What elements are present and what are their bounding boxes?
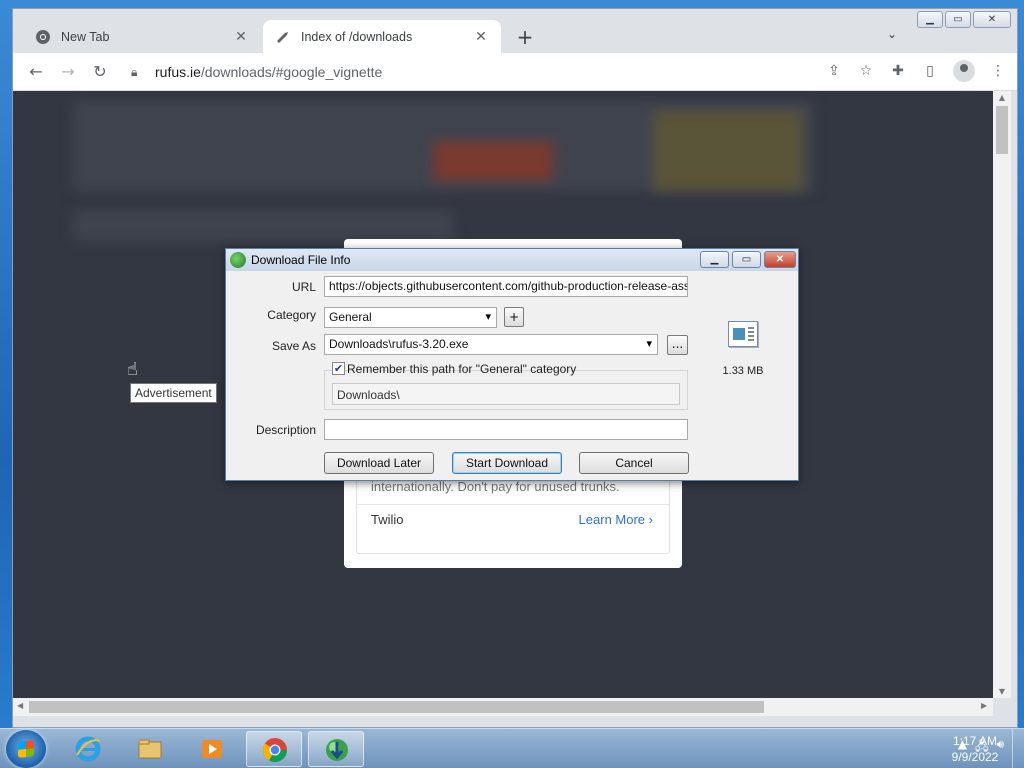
tab-index-of-downloads[interactable]: Index of /downloads ✕ — [263, 20, 501, 53]
new-tab-button[interactable]: + — [513, 25, 537, 49]
dialog-minimize-button[interactable]: ▁ — [700, 251, 729, 268]
profile-icon[interactable] — [953, 60, 975, 82]
internet-explorer-icon[interactable] — [60, 731, 116, 767]
horizontal-scrollbar[interactable]: ◀ ▶ — [13, 698, 993, 716]
save-as-label: Save As — [271, 339, 316, 353]
tab-label: New Tab — [61, 29, 110, 44]
url-field[interactable]: https://objects.githubusercontent.com/gi… — [324, 276, 688, 297]
description-field[interactable] — [324, 419, 688, 440]
chrome-icon[interactable] — [246, 731, 302, 767]
url-host: rufus.ie — [155, 64, 201, 80]
dialog-title: Download File Info — [251, 253, 351, 267]
category-label: Category — [267, 308, 316, 322]
clock-time: 1:17 AM — [952, 734, 998, 748]
blurred-button — [433, 141, 553, 181]
download-file-info-dialog: Download File Info ▁ ▭ ✕ URL https://obj… — [225, 248, 799, 481]
chevron-right-icon: › — [648, 512, 653, 527]
minimize-button[interactable]: ▁ — [917, 11, 943, 28]
ad-divider — [357, 504, 669, 505]
blurred-image — [653, 111, 803, 191]
start-button[interactable] — [6, 730, 46, 768]
start-download-button[interactable]: Start Download — [452, 452, 562, 474]
category-path-field: Downloads\ — [332, 383, 680, 405]
menu-icon[interactable]: ⋮ — [989, 62, 1007, 80]
chrome-tab-icon — [35, 29, 51, 45]
file-explorer-icon[interactable] — [122, 731, 178, 767]
description-label: Description — [255, 423, 316, 437]
tab-new-tab[interactable]: New Tab ✕ — [23, 20, 261, 53]
maximize-button[interactable]: ▭ — [945, 11, 971, 28]
extensions-icon[interactable]: ✚ — [889, 62, 907, 80]
tab-label: Index of /downloads — [301, 29, 413, 44]
windows-logo-icon — [18, 740, 34, 758]
toolbar-icons: ⇪ ☆ ✚ ▯ ⋮ — [825, 60, 1007, 82]
remember-path-checkbox[interactable]: ✔ — [332, 362, 345, 375]
close-window-button[interactable]: ✕ — [973, 11, 1011, 28]
lock-icon[interactable]: 🔒︎ — [131, 65, 145, 80]
idm-app-icon — [230, 252, 246, 268]
dialog-window-controls: ▁ ▭ ✕ — [700, 251, 796, 268]
windows-taskbar: ▲ 🖧︎ 🔊︎ 1:17 AM 9/9/2022 — [0, 728, 1024, 768]
tab-search-chevron-icon[interactable]: ⌄ — [887, 27, 897, 41]
add-category-button[interactable]: + — [504, 307, 524, 327]
dialog-close-button[interactable]: ✕ — [764, 251, 796, 268]
save-as-combo[interactable]: Downloads\rufus-3.20.exe — [324, 334, 658, 355]
reload-icon[interactable]: ↻ — [89, 61, 111, 83]
scroll-up-icon[interactable]: ▲ — [993, 93, 1011, 102]
scroll-down-icon[interactable]: ▼ — [993, 687, 1011, 696]
hand-cursor-icon: ☝ — [127, 359, 138, 380]
clock-date: 9/9/2022 — [951, 750, 999, 764]
scroll-left-icon[interactable]: ◀ — [17, 701, 23, 710]
category-select[interactable]: General — [324, 307, 497, 328]
file-type-icon — [728, 321, 758, 347]
share-icon[interactable]: ⇪ — [825, 62, 843, 80]
close-tab-icon[interactable]: ✕ — [473, 28, 489, 45]
window-controls: ▁ ▭ ✕ — [917, 11, 1011, 28]
browser-toolbar: ← → ↻ 🔒︎ rufus.ie/downloads/#google_vign… — [13, 53, 1017, 91]
taskbar-clock[interactable]: 1:17 AM 9/9/2022 — [944, 733, 1006, 765]
scroll-thumb[interactable] — [996, 106, 1008, 154]
media-player-icon[interactable] — [184, 731, 240, 767]
idm-icon[interactable] — [308, 731, 364, 767]
side-panel-icon[interactable]: ▯ — [921, 62, 939, 80]
tab-strip: New Tab ✕ Index of /downloads ✕ + ⌄ ▁ ▭ … — [13, 9, 1017, 53]
remember-path-label: Remember this path for "General" categor… — [347, 362, 577, 376]
cancel-button[interactable]: Cancel — [579, 452, 689, 474]
url-path: /downloads/#google_vignette — [200, 64, 383, 80]
vertical-scrollbar[interactable]: ▲ ▼ — [993, 91, 1011, 698]
back-icon[interactable]: ← — [25, 61, 47, 83]
dialog-maximize-button[interactable]: ▭ — [732, 251, 761, 268]
file-size: 1.33 MB — [722, 365, 764, 377]
url-label: URL — [291, 280, 316, 294]
download-later-button[interactable]: Download Later — [324, 452, 434, 474]
star-icon[interactable]: ☆ — [857, 62, 875, 80]
scroll-thumb[interactable] — [29, 701, 764, 713]
scroll-right-icon[interactable]: ▶ — [981, 701, 987, 710]
show-desktop-button[interactable] — [1012, 729, 1024, 768]
blurred-heading — [73, 211, 453, 241]
browse-button[interactable]: ... — [667, 335, 688, 355]
learn-more-label: Learn More — [578, 512, 646, 527]
rufus-favicon-icon — [275, 29, 291, 45]
learn-more-link[interactable]: Learn More › — [579, 512, 653, 527]
ad-brand: Twilio — [371, 512, 404, 527]
address-bar[interactable]: 🔒︎ rufus.ie/downloads/#google_vignette — [123, 57, 923, 87]
advertisement-tooltip: Advertisement — [130, 383, 217, 403]
forward-icon[interactable]: → — [57, 61, 79, 83]
dialog-title-bar[interactable]: Download File Info ▁ ▭ ✕ — [226, 249, 798, 271]
close-tab-icon[interactable]: ✕ — [233, 28, 249, 45]
